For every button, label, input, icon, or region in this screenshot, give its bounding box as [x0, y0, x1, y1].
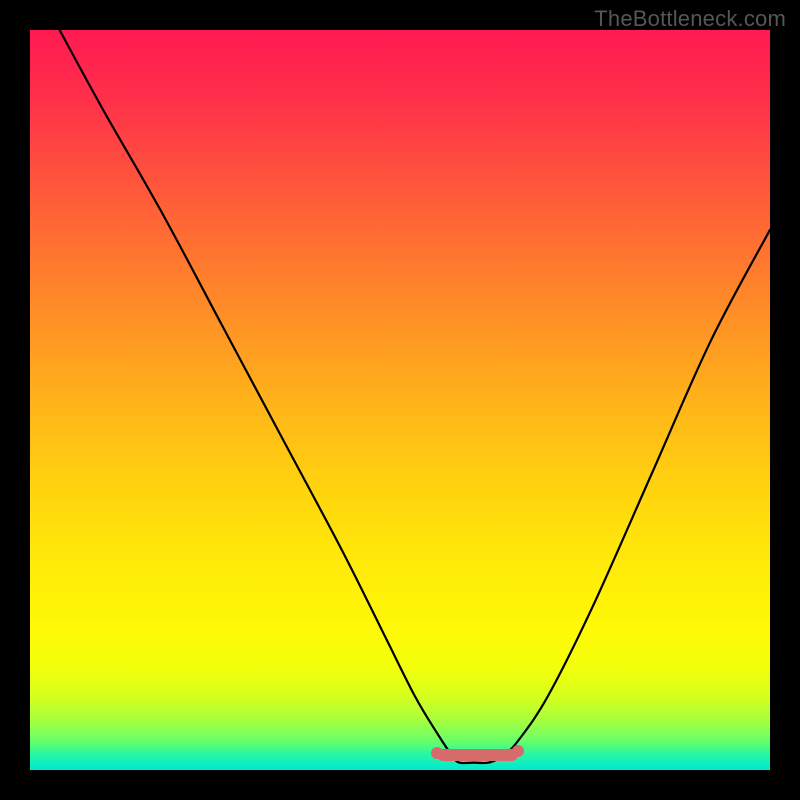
- chart-frame: TheBottleneck.com: [0, 0, 800, 800]
- plot-area: [30, 30, 770, 770]
- watermark-text: TheBottleneck.com: [594, 6, 786, 32]
- curve-path: [60, 30, 770, 763]
- optimal-band-marker: [437, 749, 518, 761]
- bottleneck-curve: [30, 30, 770, 770]
